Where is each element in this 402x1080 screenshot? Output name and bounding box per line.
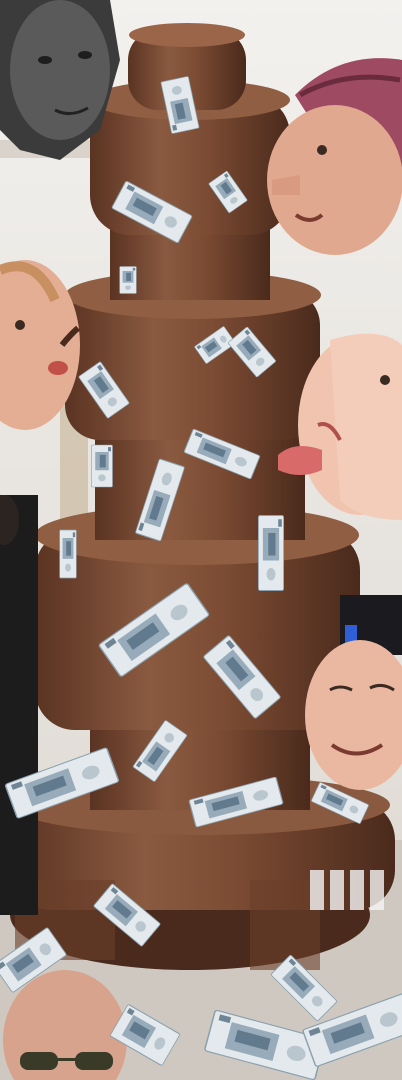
collage-scene — [0, 0, 402, 1080]
person-left-edge-dark-suit — [0, 495, 38, 915]
banknote — [91, 444, 113, 488]
banknote — [257, 514, 285, 592]
banknote — [119, 266, 137, 294]
collage-svg — [0, 0, 402, 1080]
banknote — [59, 529, 77, 579]
